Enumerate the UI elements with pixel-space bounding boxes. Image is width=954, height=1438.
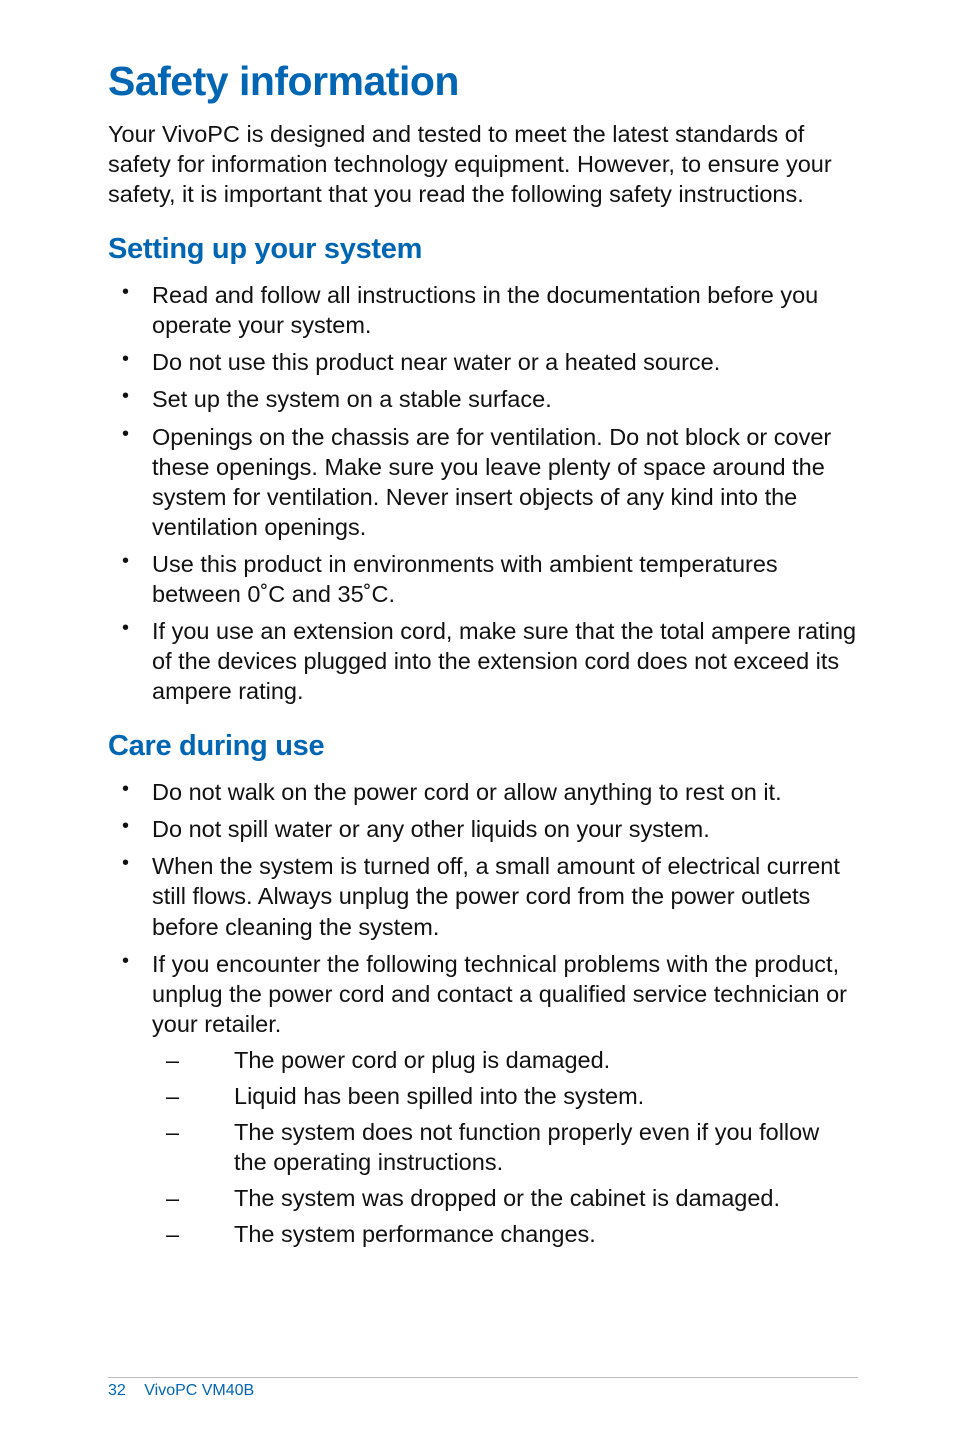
setup-list: Read and follow all instructions in the …	[108, 280, 858, 706]
list-item: Set up the system on a stable surface.	[108, 384, 858, 414]
list-item: If you encounter the following technical…	[108, 949, 858, 1250]
list-item-text: If you encounter the following technical…	[152, 951, 847, 1037]
sublist-item: The power cord or plug is damaged.	[152, 1045, 858, 1075]
sublist-item: The system does not function properly ev…	[152, 1117, 858, 1177]
list-item: Openings on the chassis are for ventilat…	[108, 422, 858, 542]
list-item: Do not spill water or any other liquids …	[108, 814, 858, 844]
list-item: If you use an extension cord, make sure …	[108, 616, 858, 706]
care-list: Do not walk on the power cord or allow a…	[108, 777, 858, 1249]
list-item: Do not use this product near water or a …	[108, 347, 858, 377]
list-item: Read and follow all instructions in the …	[108, 280, 858, 340]
list-item: Do not walk on the power cord or allow a…	[108, 777, 858, 807]
sublist-item: The system performance changes.	[152, 1219, 858, 1249]
section-heading-care: Care during use	[108, 730, 858, 763]
sublist-item: The system was dropped or the cabinet is…	[152, 1183, 858, 1213]
product-name: VivoPC VM40B	[144, 1382, 254, 1399]
care-sublist: The power cord or plug is damaged. Liqui…	[152, 1045, 858, 1249]
list-item: When the system is turned off, a small a…	[108, 851, 858, 941]
list-item: Use this product in environments with am…	[108, 549, 858, 609]
section-heading-setup: Setting up your system	[108, 233, 858, 266]
page-title: Safety information	[108, 58, 858, 105]
page-footer: 32 VivoPC VM40B	[108, 1377, 858, 1400]
sublist-item: Liquid has been spilled into the system.	[152, 1081, 858, 1111]
page-number: 32	[108, 1382, 126, 1399]
intro-paragraph: Your VivoPC is designed and tested to me…	[108, 119, 858, 209]
